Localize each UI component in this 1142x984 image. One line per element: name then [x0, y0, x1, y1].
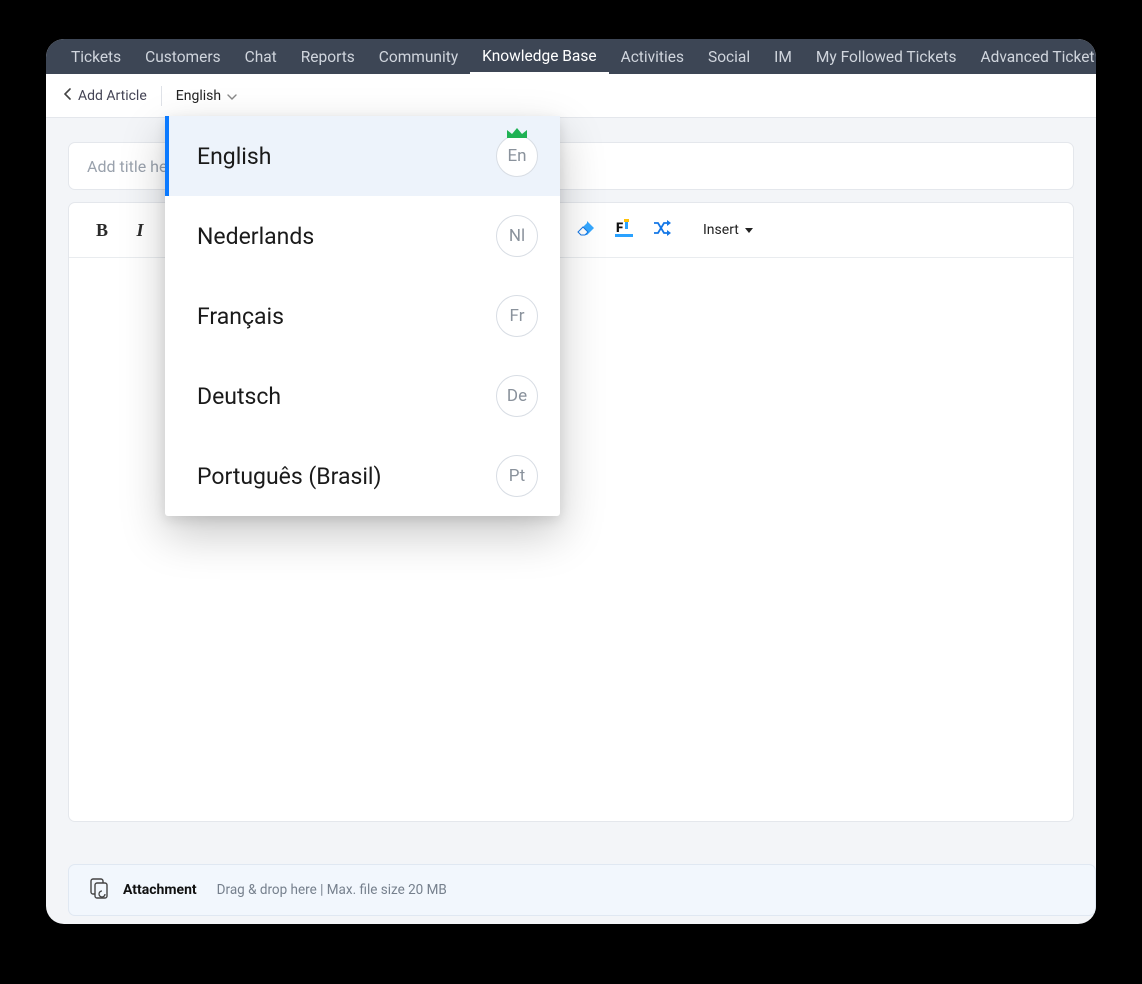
- sub-header: Add Article English: [46, 74, 1096, 118]
- nav-item-community[interactable]: Community: [367, 39, 470, 74]
- chevron-left-icon: [64, 88, 72, 104]
- nav-item-chat[interactable]: Chat: [233, 39, 289, 74]
- nav-item-activities[interactable]: Activities: [609, 39, 696, 74]
- nav-item-social[interactable]: Social: [696, 39, 762, 74]
- language-name: English: [197, 143, 271, 170]
- language-code: En: [507, 146, 526, 166]
- chevron-down-icon: [227, 88, 237, 104]
- attachment-hint: Drag & drop here | Max. file size 20 MB: [217, 882, 447, 898]
- language-name: Deutsch: [197, 383, 281, 410]
- svg-text:F: F: [616, 221, 623, 236]
- language-option-english[interactable]: English En: [165, 116, 560, 196]
- bold-icon: B: [96, 220, 108, 241]
- shuffle-button[interactable]: [645, 213, 679, 247]
- nav-item-reports[interactable]: Reports: [289, 39, 367, 74]
- eraser-icon: [577, 220, 595, 240]
- language-code-badge: Fr: [496, 295, 538, 337]
- format-paint-icon: F: [615, 219, 633, 241]
- language-dropdown: English En Nederlands Nl Français Fr Deu…: [165, 116, 560, 516]
- language-name: Português (Brasil): [197, 463, 382, 490]
- language-name: Nederlands: [197, 223, 314, 250]
- language-code-badge: De: [496, 375, 538, 417]
- language-option-nederlands[interactable]: Nederlands Nl: [165, 196, 560, 276]
- caret-down-icon: [745, 228, 753, 233]
- language-code: Fr: [510, 306, 525, 326]
- language-current-label: English: [176, 88, 221, 104]
- crown-icon: [505, 125, 529, 145]
- format-paint-button[interactable]: F: [607, 213, 641, 247]
- language-option-portugues[interactable]: Português (Brasil) Pt: [165, 436, 560, 516]
- bold-button[interactable]: B: [85, 213, 119, 247]
- nav-item-tickets[interactable]: Tickets: [59, 39, 133, 74]
- language-option-deutsch[interactable]: Deutsch De: [165, 356, 560, 436]
- divider: [161, 86, 162, 106]
- language-name: Français: [197, 303, 284, 330]
- language-code: Pt: [509, 466, 525, 486]
- breadcrumb-back[interactable]: Add Article: [64, 88, 147, 104]
- italic-icon: I: [136, 220, 143, 241]
- nav-item-my-followed-tickets[interactable]: My Followed Tickets: [804, 39, 969, 74]
- language-code: Nl: [509, 226, 525, 246]
- breadcrumb-label: Add Article: [78, 88, 147, 104]
- italic-button[interactable]: I: [123, 213, 157, 247]
- insert-button[interactable]: Insert: [695, 222, 761, 238]
- attachment-icon: [89, 877, 111, 903]
- attachment-label: Attachment: [123, 882, 197, 898]
- top-nav: Tickets Customers Chat Reports Community…: [46, 39, 1096, 74]
- language-code-badge: Pt: [496, 455, 538, 497]
- nav-item-knowledge-base[interactable]: Knowledge Base: [470, 39, 608, 74]
- nav-item-advanced-ticket-filter[interactable]: Advanced Ticket Filte: [969, 39, 1097, 74]
- language-code-badge: En: [496, 135, 538, 177]
- eraser-button[interactable]: [569, 213, 603, 247]
- language-code: De: [507, 386, 527, 406]
- language-option-francais[interactable]: Français Fr: [165, 276, 560, 356]
- nav-item-im[interactable]: IM: [762, 39, 804, 74]
- attachment-bar[interactable]: Attachment Drag & drop here | Max. file …: [68, 864, 1096, 916]
- shuffle-icon: [653, 220, 671, 240]
- language-selector-trigger[interactable]: English: [176, 88, 237, 104]
- language-code-badge: Nl: [496, 215, 538, 257]
- nav-item-customers[interactable]: Customers: [133, 39, 232, 74]
- insert-label: Insert: [703, 222, 739, 238]
